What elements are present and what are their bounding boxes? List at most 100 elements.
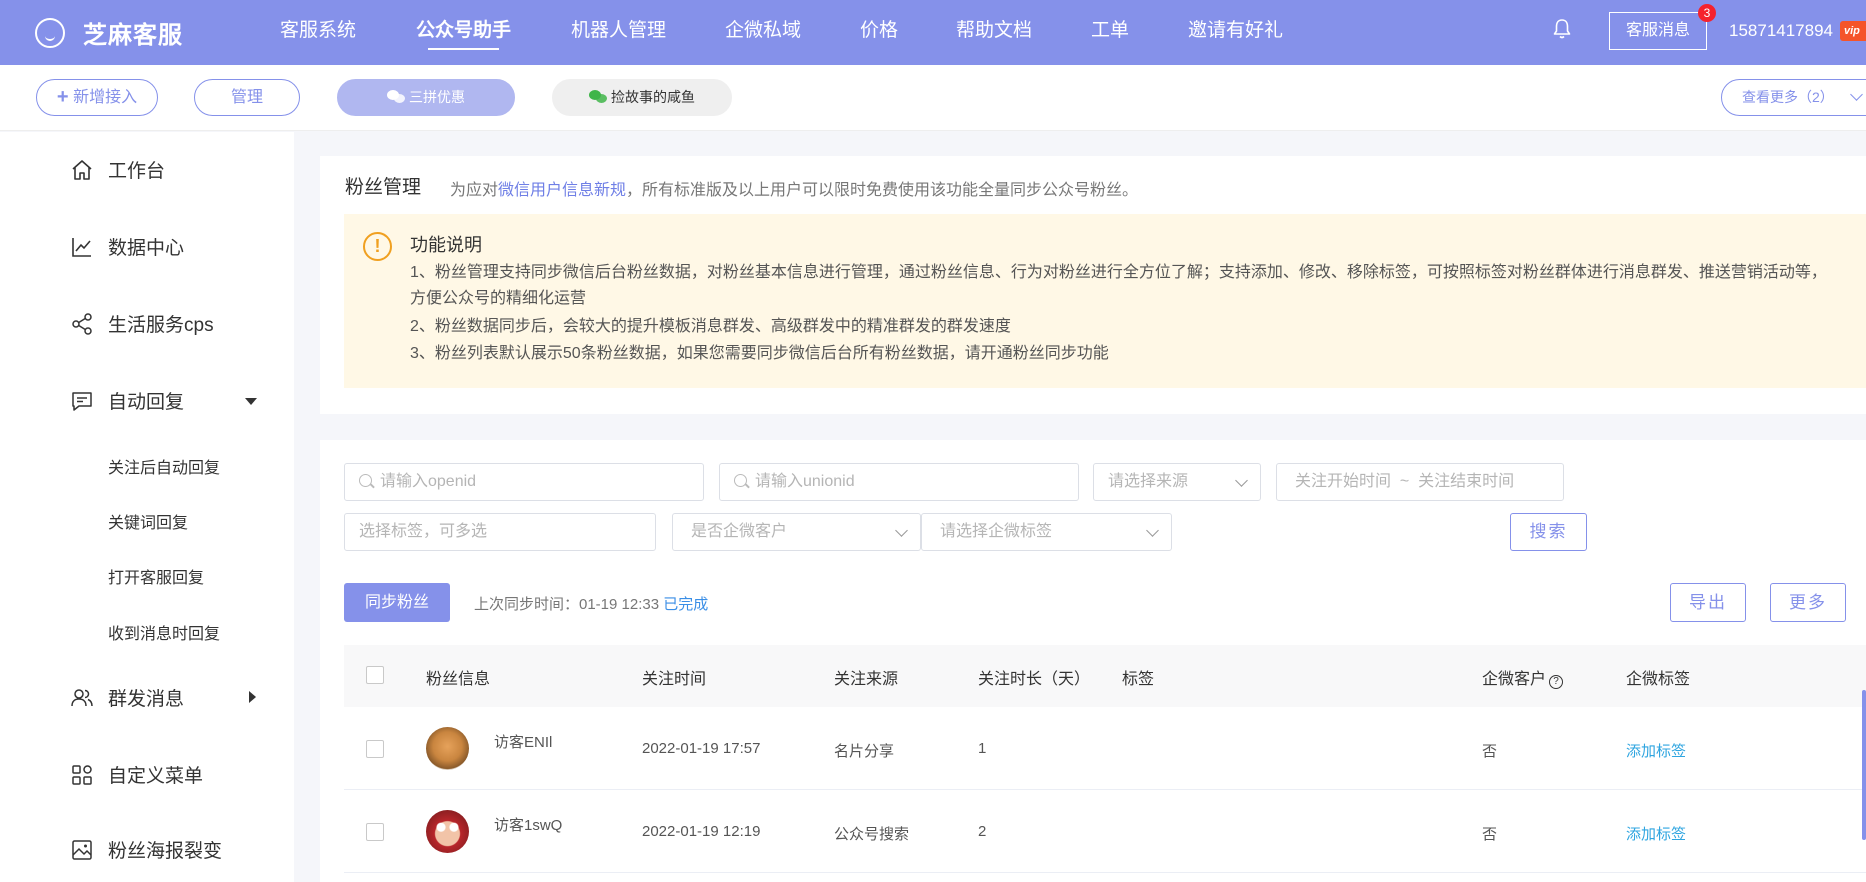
follow-time: 2022-01-19 17:57: [642, 740, 761, 757]
account-tab-sanpin[interactable]: 三拼优惠: [337, 79, 515, 116]
users-icon: [71, 688, 93, 706]
view-more-accounts-button[interactable]: 查看更多（2）: [1721, 79, 1866, 116]
sidebar-item-mass-message[interactable]: 群发消息: [70, 684, 184, 711]
sidebar-item-label: 数据中心: [108, 238, 185, 259]
wecom-tag-select[interactable]: 请选择企微标签: [921, 513, 1172, 551]
page-title: 粉丝管理: [345, 177, 422, 198]
caret-right-icon[interactable]: [249, 691, 256, 703]
notice-line: 1、粉丝管理支持同步微信后台粉丝数据，对粉丝基本信息进行管理，通过粉丝信息、行为…: [410, 264, 1827, 307]
notice-title: 功能说明: [410, 235, 482, 255]
row-checkbox[interactable]: [366, 740, 384, 758]
fans-list-panel: 请输入openid 请输入unionid 请选择来源 关注开始时间 ~ 关注结束…: [320, 440, 1866, 882]
user-phone[interactable]: 15871417894: [1729, 21, 1833, 41]
desc-prefix: 为应对: [450, 182, 499, 199]
wecom-customer: 否: [1482, 743, 1498, 760]
column-header: 关注时长（天）: [978, 671, 1091, 688]
nav-item-service-system[interactable]: 客服系统: [280, 0, 356, 62]
wecom-customer-select[interactable]: 是否企微客户: [672, 513, 921, 551]
sidebar-item-life-service[interactable]: 生活服务cps: [70, 310, 214, 337]
sidebar-subitem-message-reply[interactable]: 收到消息时回复: [108, 620, 220, 644]
sidebar-item-data-center[interactable]: 数据中心: [70, 233, 184, 260]
grid-icon: [72, 764, 92, 785]
customer-message-button[interactable]: 客服消息: [1609, 12, 1707, 50]
vip-badge: vip: [1840, 21, 1866, 41]
nav-item-wecom[interactable]: 企微私域: [725, 0, 801, 62]
wechat-policy-link[interactable]: 微信用户信息新规: [498, 182, 626, 199]
more-button[interactable]: 更多: [1770, 583, 1846, 622]
account-tab-xianyu[interactable]: 捡故事的咸鱼: [552, 79, 732, 116]
brand-name: 芝麻客服: [83, 22, 183, 49]
chart-icon: [72, 237, 91, 257]
column-header: 企微标签: [1626, 671, 1691, 688]
nav-item-tickets[interactable]: 工单: [1091, 0, 1129, 62]
follow-days: 2: [978, 823, 987, 840]
sidebar-item-label: 群发消息: [108, 689, 185, 710]
bell-icon[interactable]: [1552, 18, 1572, 40]
message-count-badge: 3: [1698, 4, 1716, 22]
sidebar-item-label: 粉丝海报裂变: [108, 841, 223, 862]
column-header: 粉丝信息: [426, 671, 491, 688]
add-access-button[interactable]: + 新增接入: [36, 79, 158, 116]
feature-notice: ! 功能说明 1、粉丝管理支持同步微信后台粉丝数据，对粉丝基本信息进行管理，通过…: [344, 214, 1866, 388]
export-button[interactable]: 导出: [1670, 583, 1746, 622]
sidebar-item-fan-poster[interactable]: 粉丝海报裂变: [70, 836, 222, 863]
brand-logo[interactable]: 芝麻客服: [35, 15, 183, 50]
plus-icon: +: [56, 86, 69, 108]
row-checkbox[interactable]: [366, 823, 384, 841]
last-sync-info: 上次同步时间：01-19 12:33 已完成: [474, 593, 708, 614]
account-bar: + 新增接入 管理 三拼优惠 捡故事的咸鱼 查看更多（2）: [0, 65, 1866, 131]
chevron-down-icon: [1146, 524, 1159, 537]
wechat-icon: [387, 90, 405, 103]
search-icon: [734, 474, 747, 487]
sidebar-item-label: 工作台: [108, 161, 166, 182]
sidebar-item-label: 自定义菜单: [108, 766, 204, 787]
wecom-customer: 否: [1482, 826, 1498, 843]
add-access-label: 新增接入: [73, 89, 138, 106]
source-select[interactable]: 请选择来源: [1093, 463, 1261, 501]
openid-search-input[interactable]: 请输入openid: [344, 463, 704, 501]
sidebar-subitem-open-service-reply[interactable]: 打开客服回复: [108, 564, 204, 588]
unionid-placeholder: 请输入unionid: [755, 473, 855, 490]
sidebar-item-label: 自动回复: [108, 392, 185, 413]
nav-item-invite[interactable]: 邀请有好礼: [1188, 0, 1283, 62]
help-icon[interactable]: ?: [1549, 675, 1564, 689]
table-header: 粉丝信息 关注时间 关注来源 关注时长（天） 标签 企微客户? 企微标签: [344, 645, 1866, 707]
unionid-search-input[interactable]: 请输入unionid: [719, 463, 1079, 501]
chevron-down-icon: [895, 524, 908, 537]
sync-fans-button[interactable]: 同步粉丝: [344, 583, 450, 622]
caret-down-icon[interactable]: [245, 398, 257, 405]
select-all-checkbox[interactable]: [366, 666, 384, 684]
follow-time-range-picker[interactable]: 关注开始时间 ~ 关注结束时间: [1276, 463, 1564, 501]
share-icon: [72, 312, 92, 335]
nav-item-robot[interactable]: 机器人管理: [571, 0, 666, 62]
home-icon: [72, 159, 92, 180]
nav-item-price[interactable]: 价格: [860, 0, 898, 62]
top-navbar: 芝麻客服 客服系统 公众号助手 机器人管理 企微私域 价格 帮助文档 工单 邀请…: [0, 0, 1866, 65]
notice-line: 3、粉丝列表默认展示50条粉丝数据，如果您需要同步微信后台所有粉丝数据，请开通粉…: [410, 345, 1109, 362]
floating-side-tab[interactable]: [1862, 690, 1866, 840]
avatar: [426, 727, 469, 770]
nav-item-help-docs[interactable]: 帮助文档: [956, 0, 1032, 62]
sidebar-item-workbench[interactable]: 工作台: [70, 156, 165, 183]
follow-source: 名片分享: [834, 743, 895, 760]
wecom-tag-placeholder: 请选择企微标签: [940, 523, 1053, 540]
add-tag-link[interactable]: 添加标签: [1626, 823, 1686, 844]
follow-days: 1: [978, 740, 987, 757]
sidebar-item-auto-reply[interactable]: 自动回复: [70, 387, 184, 414]
tag-select[interactable]: 选择标签，可多选: [344, 513, 656, 551]
avatar: [426, 810, 469, 853]
page-description: 为应对微信用户信息新规，所有标准版及以上用户可以限时免费使用该功能全量同步公众号…: [450, 176, 1138, 200]
sidebar-item-custom-menu[interactable]: 自定义菜单: [70, 761, 203, 788]
manage-button[interactable]: 管理: [194, 79, 300, 116]
sidebar-subitem-keyword-reply[interactable]: 关键词回复: [108, 509, 188, 533]
nav-item-mp-assistant[interactable]: 公众号助手: [416, 0, 511, 62]
add-tag-link[interactable]: 添加标签: [1626, 740, 1686, 761]
warning-icon: !: [363, 232, 392, 261]
sidebar: 工作台 数据中心 生活服务cps 自动回复 关注后自动回复 关键词回复 打开客服…: [0, 132, 294, 882]
last-sync-time: 上次同步时间：01-19 12:33: [474, 596, 660, 613]
column-header-wecom: 企微客户?: [1482, 665, 1564, 689]
image-icon: [72, 839, 92, 860]
wechat-icon: [589, 90, 607, 103]
search-button[interactable]: 搜索: [1510, 513, 1587, 551]
sidebar-subitem-follow-reply[interactable]: 关注后自动回复: [108, 454, 220, 478]
